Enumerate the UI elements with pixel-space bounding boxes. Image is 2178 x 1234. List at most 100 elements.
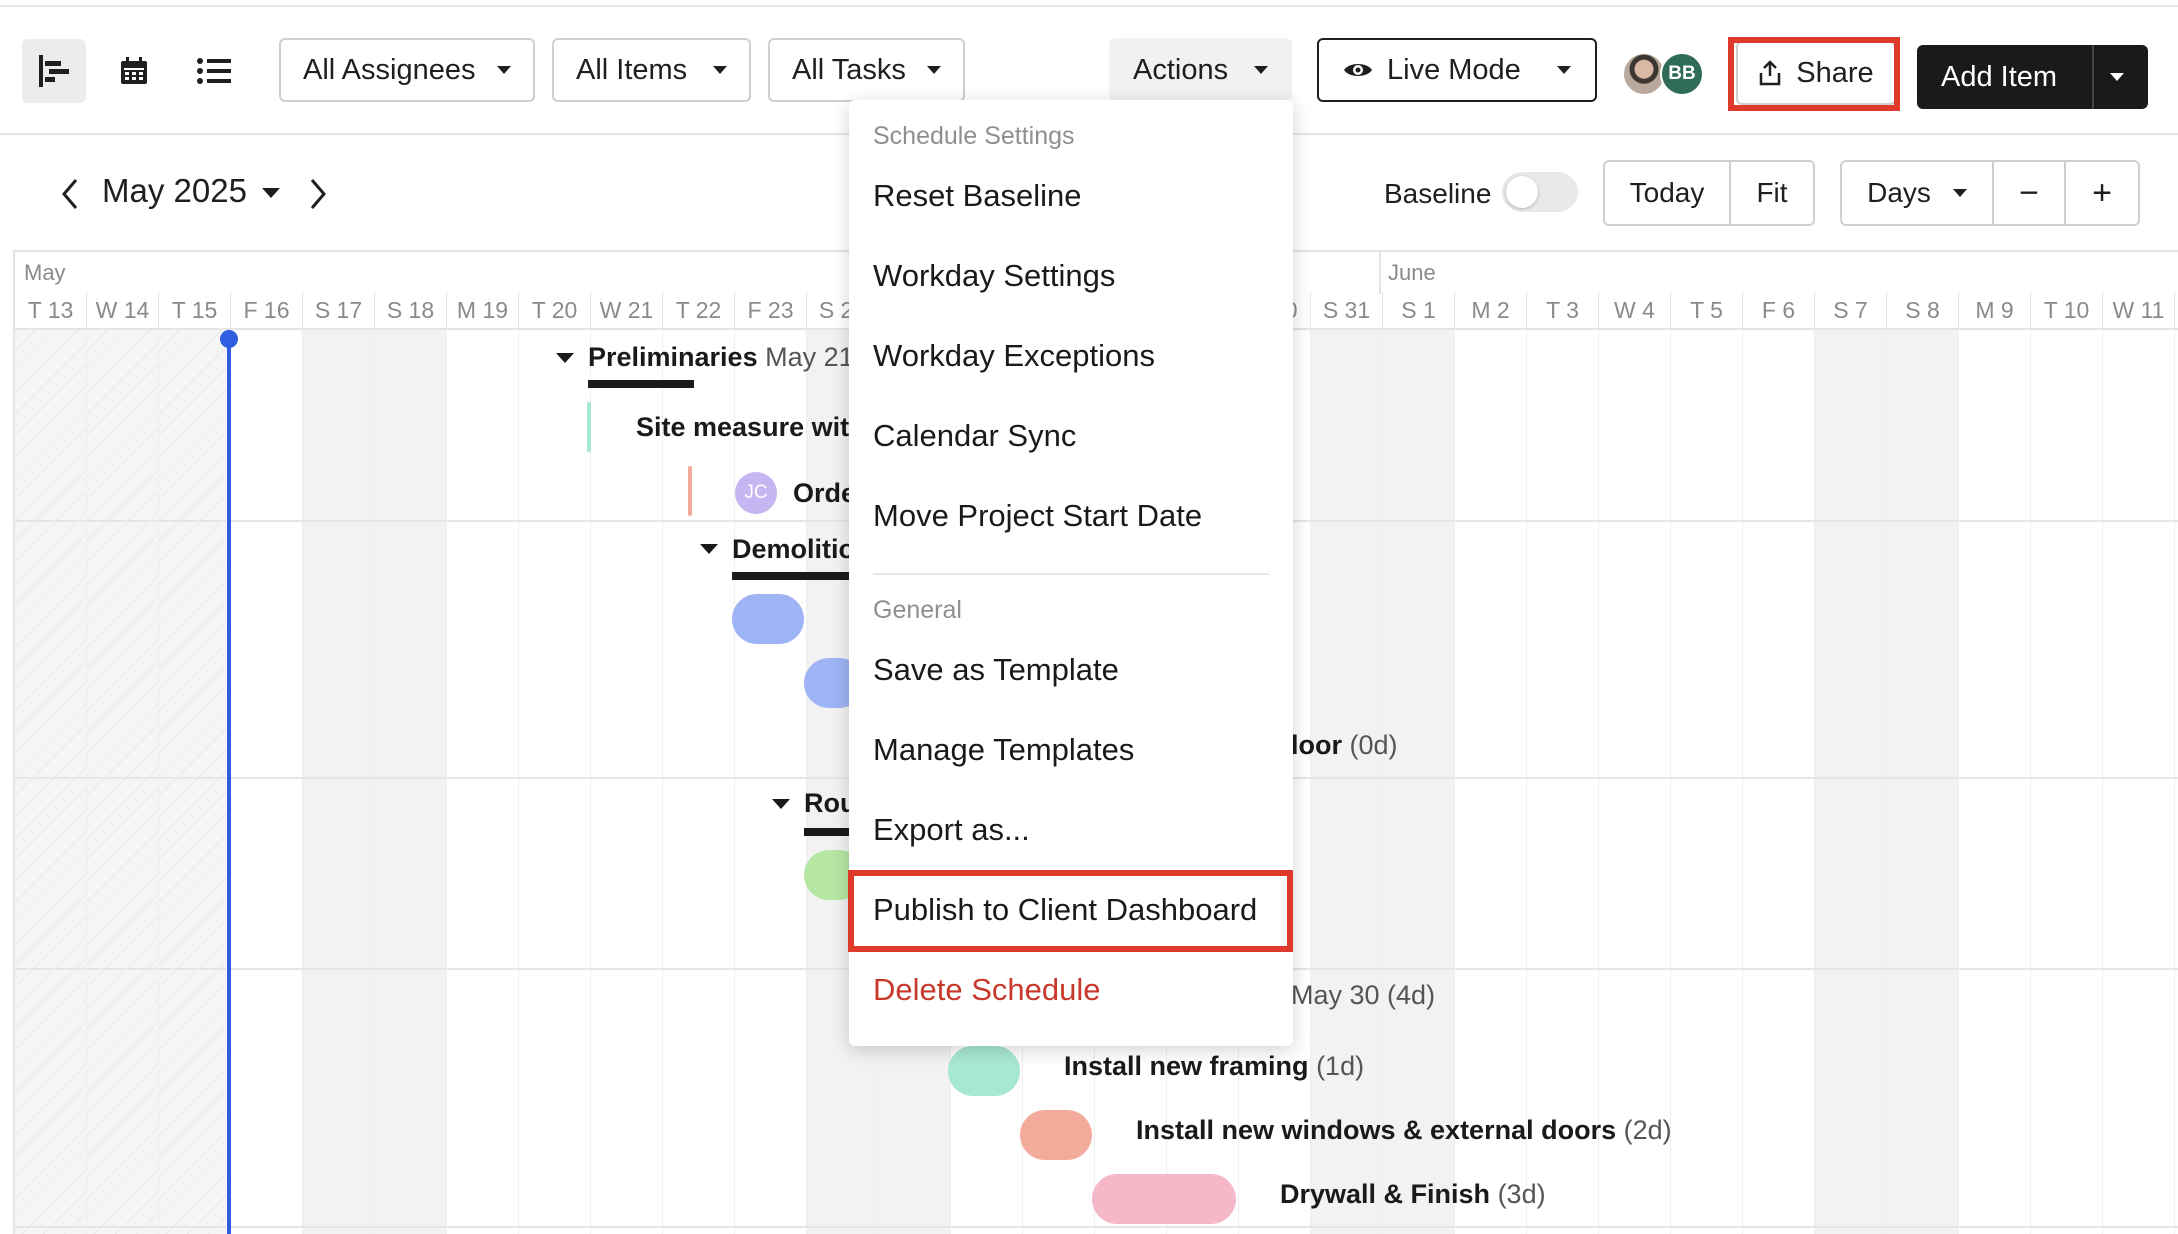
chevron-down-icon [713, 66, 727, 74]
menu-item-reset-baseline[interactable]: Reset Baseline [873, 178, 1082, 214]
assignees-filter[interactable]: All Assignees [279, 38, 535, 102]
menu-divider [873, 573, 1269, 575]
chevron-left-icon[interactable] [56, 176, 84, 212]
day-column [1383, 330, 1455, 1234]
fit-button[interactable]: Fit [1731, 162, 1813, 224]
chevron-down-icon[interactable] [2110, 73, 2124, 81]
zoom-in-button[interactable]: + [2066, 162, 2138, 224]
group-preliminaries[interactable]: Preliminaries May 21- [588, 342, 863, 373]
task-bar-drywall[interactable] [1092, 1174, 1236, 1224]
gantt-icon [39, 55, 69, 87]
chevron-down-icon [1952, 189, 1967, 197]
day-column [231, 330, 303, 1234]
baseline-label: Baseline [1384, 178, 1492, 209]
day-column [2103, 330, 2175, 1234]
menu-item-workday-settings[interactable]: Workday Settings [873, 258, 1115, 294]
task-floor-duration: (0d) [1349, 730, 1398, 760]
day-column [1743, 330, 1815, 1234]
group-demolition[interactable]: Demolitio [732, 534, 855, 565]
task-bar-framing[interactable] [948, 1046, 1020, 1096]
current-month-label[interactable]: May 2025 [102, 172, 247, 210]
day-header-cell: F 6 [1743, 292, 1815, 330]
group-dates: May 30 (4d) [1291, 980, 1435, 1011]
task-drywall-name: Drywall & Finish [1280, 1179, 1491, 1209]
calendar-icon [121, 57, 147, 84]
chevron-down-icon[interactable] [262, 188, 280, 198]
day-column [519, 330, 591, 1234]
day-header-cell: M 19 [447, 292, 519, 330]
menu-item-manage-templates[interactable]: Manage Templates [873, 732, 1134, 768]
live-mode-button[interactable]: Live Mode [1317, 38, 1597, 102]
day-header-cell: M 2 [1455, 292, 1527, 330]
task-floor-name: loor [1291, 730, 1342, 760]
day-column [447, 330, 519, 1234]
day-header-cell: T 22 [663, 292, 735, 330]
task-bar-windows[interactable] [1020, 1110, 1092, 1160]
task-color-marker [688, 466, 692, 516]
user-avatar-bb[interactable]: BB [1660, 52, 1704, 96]
scale-dropdown[interactable]: Days [1842, 162, 1994, 224]
task-framing[interactable]: Install new framing (1d) [1064, 1051, 1364, 1082]
collapse-caret-icon[interactable] [772, 799, 790, 809]
chevron-down-icon [927, 66, 941, 74]
group-demolition-name: Demolitio [732, 534, 856, 564]
day-header-cell: T 5 [1671, 292, 1743, 330]
day-header-cell: S 17 [303, 292, 375, 330]
day-header-cell: S 31 [1311, 292, 1383, 330]
day-header-cell: T 10 [2031, 292, 2103, 330]
scale-label: Days [1867, 177, 1931, 208]
today-button[interactable]: Today [1605, 162, 1731, 224]
group-preliminaries-name: Preliminaries [588, 342, 758, 372]
calendar-view-button[interactable] [102, 39, 166, 103]
menu-item-export-as[interactable]: Export as... [873, 812, 1030, 848]
assignee-avatar-jc[interactable]: JC [735, 472, 777, 514]
day-column [2031, 330, 2103, 1234]
tasks-filter[interactable]: All Tasks [768, 38, 965, 102]
day-column [375, 330, 447, 1234]
chevron-down-icon [497, 66, 511, 74]
actions-label: Actions [1133, 53, 1229, 86]
menu-item-workday-exceptions[interactable]: Workday Exceptions [873, 338, 1155, 374]
gantt-view-button[interactable] [22, 39, 86, 103]
add-item-button[interactable]: Add Item [1917, 45, 2148, 109]
scale-zoom-group: Days − + [1840, 160, 2140, 226]
task-drywall[interactable]: Drywall & Finish (3d) [1280, 1179, 1546, 1210]
collapse-caret-icon[interactable] [556, 353, 574, 363]
actions-button[interactable]: Actions [1109, 38, 1292, 102]
task-site-measure[interactable]: Site measure wit [636, 412, 849, 443]
baseline-toggle[interactable] [1502, 172, 1578, 212]
group-demolition-bar [732, 572, 862, 580]
chevron-down-icon [1557, 66, 1571, 74]
day-header-cell: W 21 [591, 292, 663, 330]
publish-highlight-box [848, 870, 1293, 952]
month-label-may: May [24, 260, 66, 285]
task-windows[interactable]: Install new windows & external doors (2d… [1136, 1115, 1672, 1146]
zoom-out-button[interactable]: − [1994, 162, 2066, 224]
task-bar-blue[interactable] [732, 594, 804, 644]
task-color-marker [587, 402, 591, 452]
month-label-june: June [1388, 260, 1436, 285]
row-divider [15, 1226, 2178, 1228]
day-header-cell: S 1 [1383, 292, 1455, 330]
today-marker-line [227, 334, 231, 1234]
day-column [15, 330, 87, 1234]
task-floor[interactable]: loor (0d) [1291, 730, 1398, 761]
add-item-label: Add Item [1941, 60, 2058, 93]
collapse-caret-icon[interactable] [700, 544, 718, 554]
task-windows-duration: (2d) [1623, 1115, 1672, 1145]
menu-item-save-as-template[interactable]: Save as Template [873, 652, 1119, 688]
task-site-measure-name: Site measure wit [636, 412, 850, 442]
baseline-toggle-knob [1506, 176, 1538, 208]
items-filter[interactable]: All Items [552, 38, 751, 102]
list-view-button[interactable] [182, 39, 246, 103]
menu-item-move-project-start[interactable]: Move Project Start Date [873, 498, 1202, 534]
day-column [1671, 330, 1743, 1234]
task-framing-name: Install new framing [1064, 1051, 1309, 1081]
task-order[interactable]: Orde [793, 478, 856, 509]
day-column [1527, 330, 1599, 1234]
menu-item-delete-schedule[interactable]: Delete Schedule [873, 972, 1101, 1008]
chevron-right-icon[interactable] [304, 176, 332, 212]
menu-item-calendar-sync[interactable]: Calendar Sync [873, 418, 1076, 454]
menu-section-general: General [873, 596, 962, 624]
today-fit-group: Today Fit [1603, 160, 1815, 226]
